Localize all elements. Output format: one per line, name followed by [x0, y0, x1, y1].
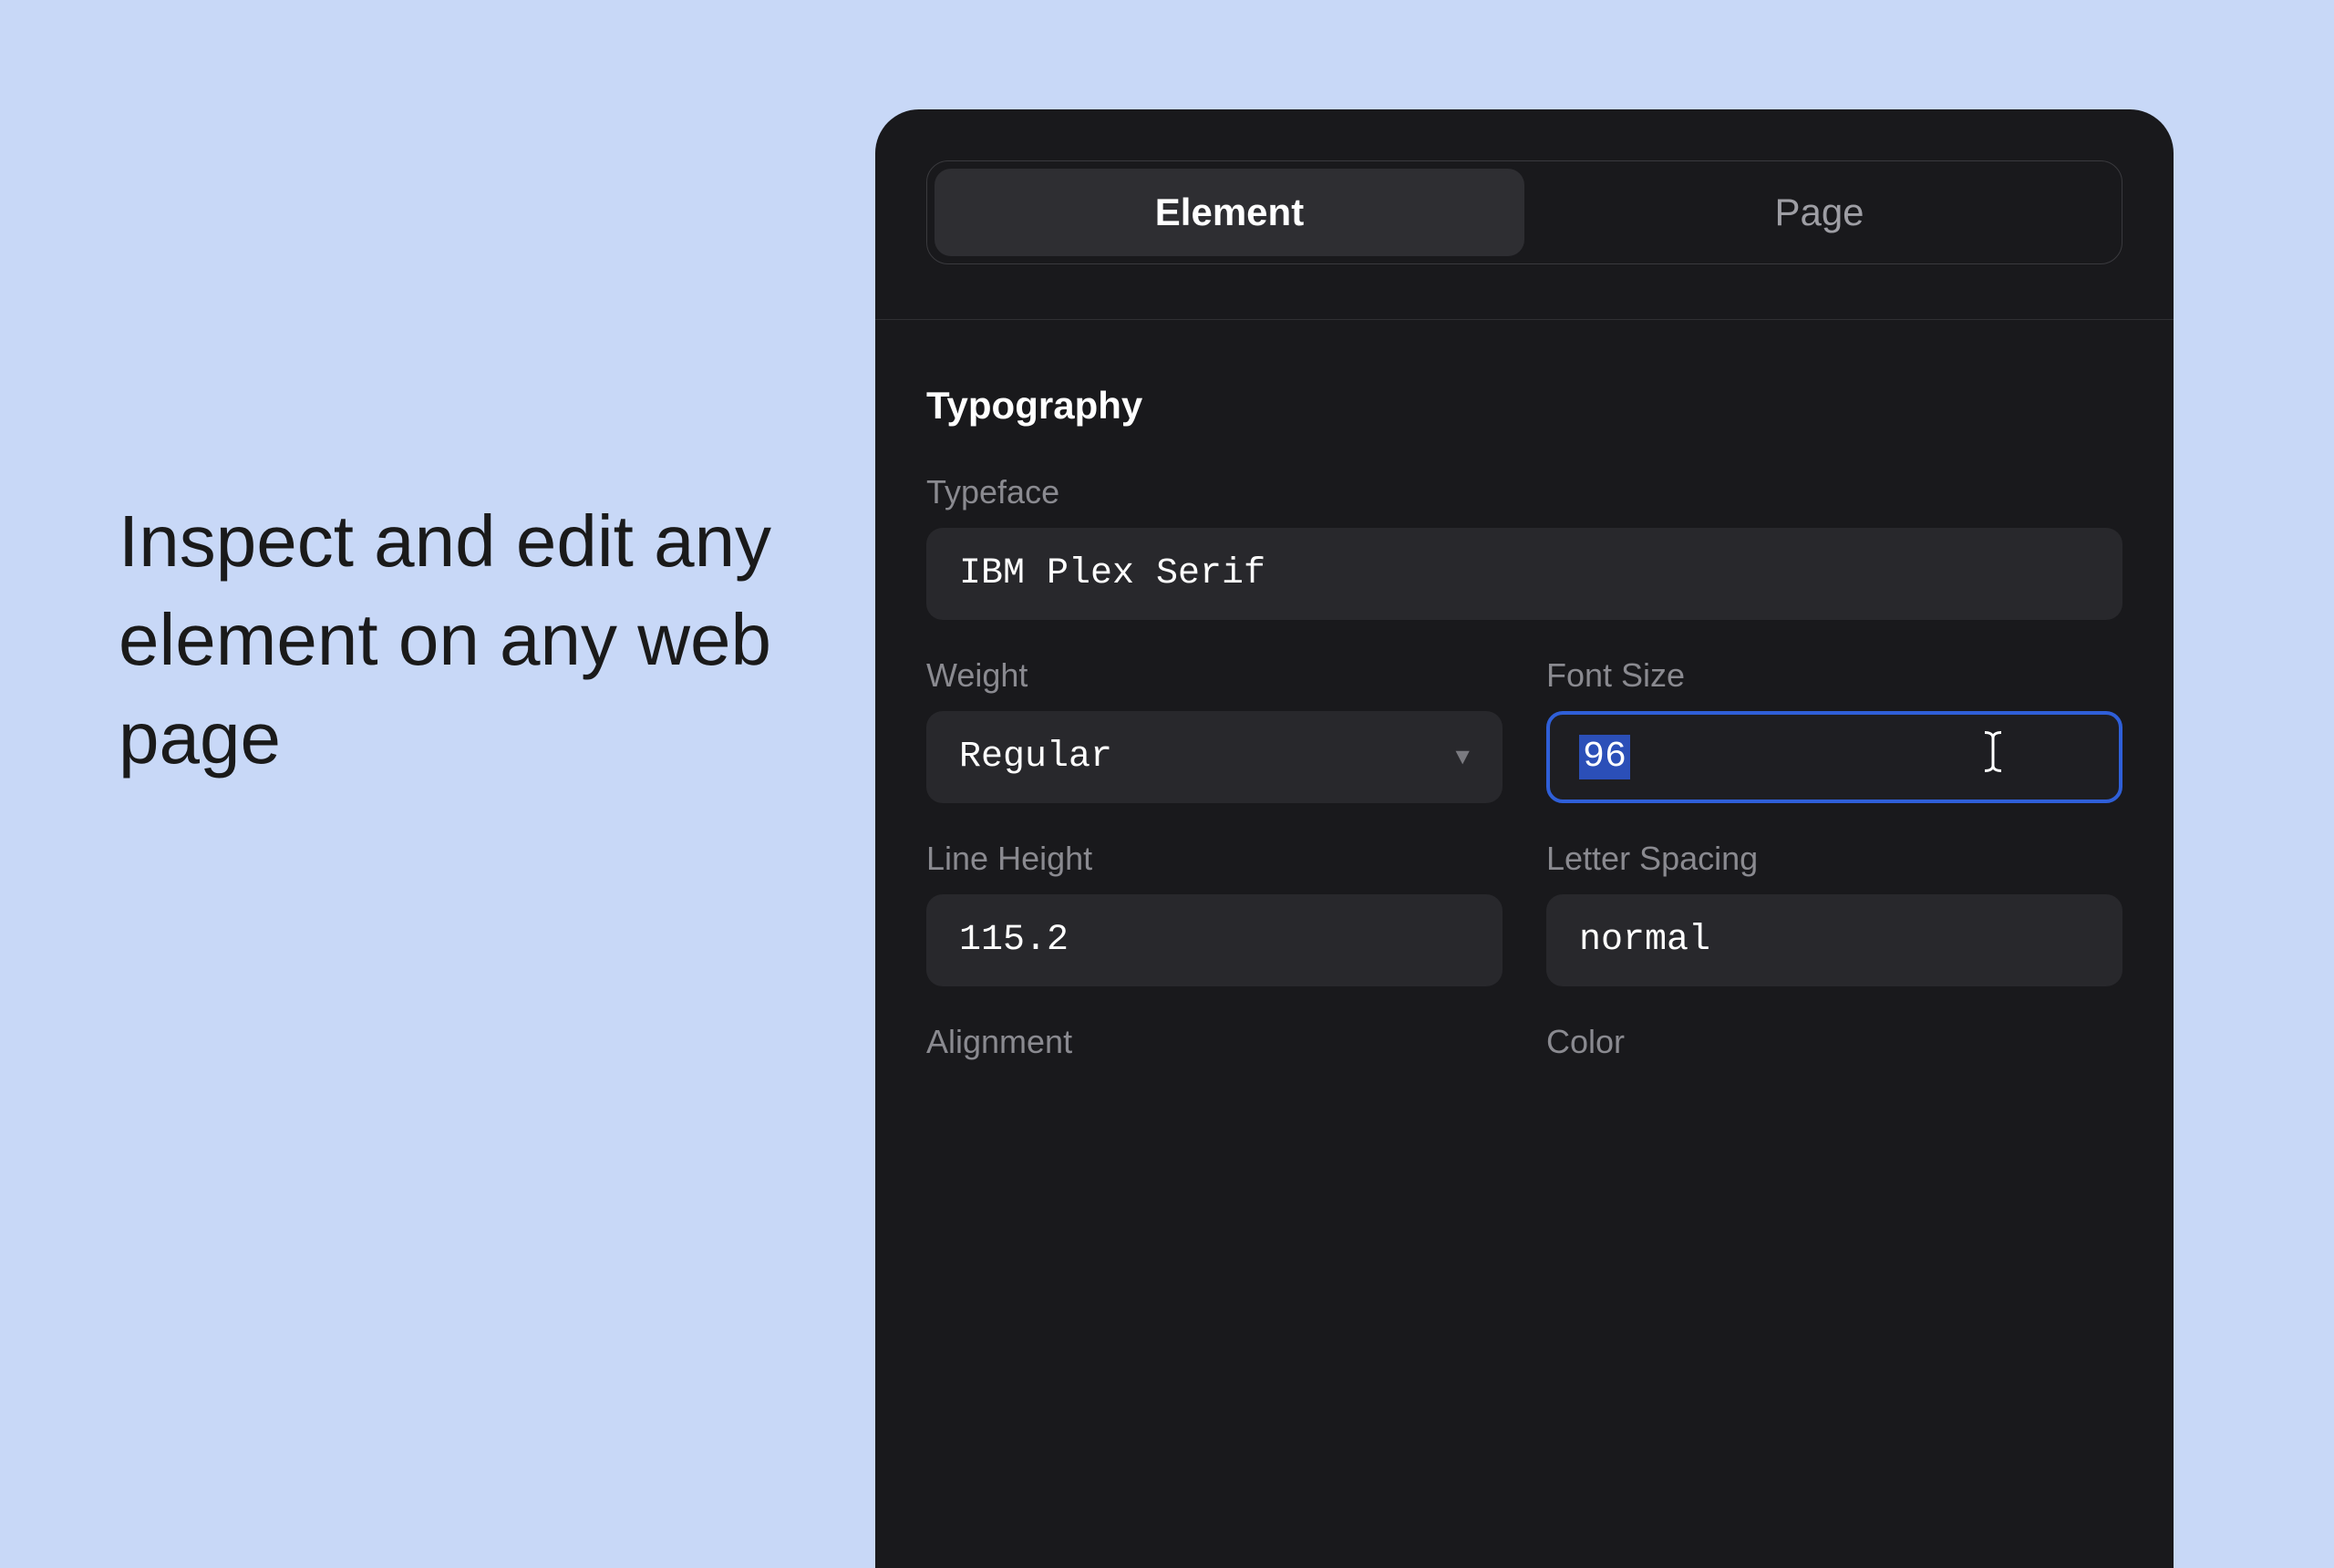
- letter-spacing-input[interactable]: normal: [1546, 894, 2122, 986]
- tab-element[interactable]: Element: [935, 169, 1524, 256]
- tab-page[interactable]: Page: [1524, 169, 2114, 256]
- line-height-input[interactable]: 115.2: [926, 894, 1503, 986]
- letter-spacing-field: Letter Spacing normal: [1546, 840, 2122, 986]
- tab-bar: Element Page: [926, 160, 2122, 264]
- typeface-label: Typeface: [926, 473, 2122, 511]
- weight-value: Regular: [959, 737, 1112, 778]
- alignment-field: Alignment: [926, 1023, 1503, 1078]
- inspector-panel: Element Page Typography Typeface IBM Ple…: [875, 109, 2174, 1568]
- color-field: Color: [1546, 1023, 2122, 1078]
- font-size-field: Font Size 96: [1546, 656, 2122, 803]
- weight-field: Weight Regular ▼: [926, 656, 1503, 803]
- divider: [875, 319, 2174, 320]
- weight-label: Weight: [926, 656, 1503, 695]
- line-height-field: Line Height 115.2: [926, 840, 1503, 986]
- typeface-input[interactable]: IBM Plex Serif: [926, 528, 2122, 620]
- font-size-value: 96: [1579, 735, 1630, 779]
- text-cursor-icon: [1977, 729, 2009, 785]
- letter-spacing-label: Letter Spacing: [1546, 840, 2122, 878]
- font-size-label: Font Size: [1546, 656, 2122, 695]
- chevron-down-icon: ▼: [1455, 744, 1470, 771]
- section-title-typography: Typography: [926, 384, 2122, 428]
- font-size-input[interactable]: 96: [1546, 711, 2122, 803]
- color-label: Color: [1546, 1023, 2122, 1061]
- typography-section: Typography Typeface IBM Plex Serif Weigh…: [926, 384, 2122, 1114]
- promo-text: Inspect and edit any element on any web …: [119, 492, 811, 788]
- weight-select[interactable]: Regular ▼: [926, 711, 1503, 803]
- typeface-field: Typeface IBM Plex Serif: [926, 473, 2122, 620]
- alignment-label: Alignment: [926, 1023, 1503, 1061]
- line-height-label: Line Height: [926, 840, 1503, 878]
